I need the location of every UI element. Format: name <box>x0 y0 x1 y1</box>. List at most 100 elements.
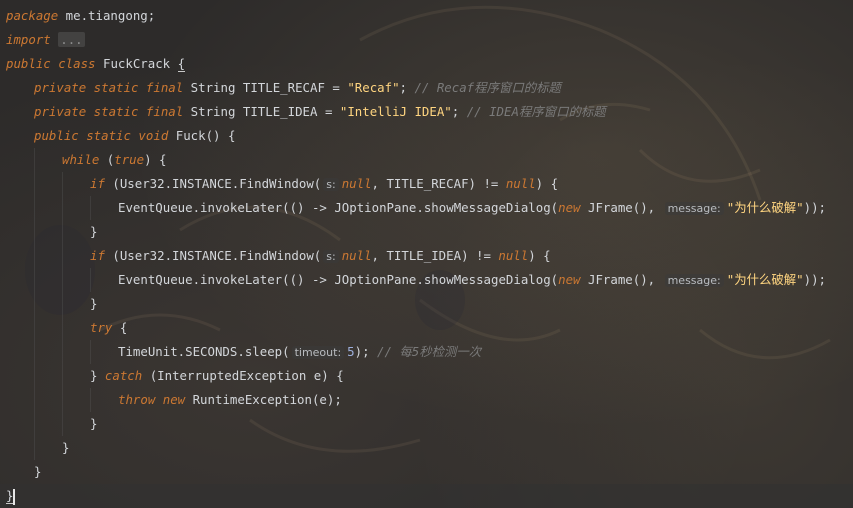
keyword-token: true <box>114 152 145 167</box>
code-line[interactable]: } catch (InterruptedException e) { <box>0 364 853 388</box>
folded-imports[interactable]: ... <box>58 32 85 47</box>
code-token: (User32.INSTANCE.FindWindow( <box>104 248 322 263</box>
code-line[interactable]: throw new RuntimeException(e); <box>0 388 853 412</box>
indent-guide <box>62 364 63 388</box>
code-line[interactable]: while (true) { <box>0 148 853 172</box>
code-token: JFrame(), <box>580 272 663 287</box>
code-line-content: public static void Fuck() { <box>34 124 235 148</box>
code-line-content: public class FuckCrack { <box>6 52 186 76</box>
code-line[interactable]: } <box>0 220 853 244</box>
code-token: TimeUnit.SECONDS.sleep( <box>118 344 290 359</box>
code-line-content: if (User32.INSTANCE.FindWindow(s: null, T… <box>90 244 551 269</box>
keyword-token: if <box>90 176 105 191</box>
code-token: ( <box>99 152 115 167</box>
keyword-token: package <box>6 8 59 23</box>
code-line-content: } catch (InterruptedException e) { <box>90 364 344 388</box>
code-line-content: package me.tiangong; <box>6 4 155 28</box>
keyword-token: null <box>341 176 372 191</box>
code-token: ) { <box>535 176 559 191</box>
keyword-token: public static void <box>34 128 169 143</box>
matched-brace: } <box>6 488 14 504</box>
code-line-content: throw new RuntimeException(e); <box>118 388 342 412</box>
code-token: JFrame(), <box>580 200 663 215</box>
code-line[interactable]: public class FuckCrack { <box>0 52 853 76</box>
code-token: } <box>90 368 105 383</box>
keyword-token: import <box>6 32 51 47</box>
code-token: RuntimeException(e); <box>185 392 342 407</box>
code-line[interactable]: } <box>0 412 853 436</box>
code-line[interactable]: } <box>0 292 853 316</box>
code-token: me.tiangong; <box>58 8 156 23</box>
code-token: , TITLE_IDEA) != <box>371 248 499 263</box>
indent-guide <box>90 196 91 220</box>
code-token: )); <box>803 200 827 215</box>
code-token: ) { <box>144 152 167 167</box>
indent-guide <box>34 412 35 436</box>
indent-guide <box>34 220 35 244</box>
code-line-content: try { <box>90 316 127 340</box>
keyword-token: throw new <box>118 392 186 407</box>
code-token: } <box>62 440 70 455</box>
indent-guide <box>34 340 35 364</box>
code-token: } <box>90 296 98 311</box>
text-caret <box>13 488 16 505</box>
code-line[interactable]: } <box>0 436 853 460</box>
indent-guide <box>90 268 91 292</box>
code-line[interactable]: } <box>0 460 853 484</box>
code-area[interactable]: package me.tiangong; import ... public cla… <box>0 4 853 508</box>
code-line[interactable]: private static final String TITLE_IDEA =… <box>0 100 853 124</box>
code-token: (User32.INSTANCE.FindWindow( <box>104 176 322 191</box>
keyword-token: private static final <box>34 104 184 119</box>
code-line-content: } <box>90 292 97 316</box>
indent-guide <box>62 316 63 340</box>
code-comment: // IDEA程序窗口的标题 <box>466 104 606 119</box>
code-line[interactable]: import ... <box>0 28 853 52</box>
string-literal: "为什么破解" <box>726 200 804 215</box>
code-line-content: EventQueue.invokeLater(() -> JOptionPane… <box>118 196 826 221</box>
code-token: } <box>34 464 42 479</box>
indent-guide <box>62 412 63 436</box>
code-line[interactable]: if (User32.INSTANCE.FindWindow(s: null, T… <box>0 244 853 268</box>
code-token: (InterruptedException e) { <box>142 368 344 383</box>
keyword-token: try <box>90 320 113 335</box>
code-token: FuckCrack <box>95 56 178 71</box>
code-token: EventQueue.invokeLater(() -> JOptionPane… <box>118 200 559 215</box>
indent-guide <box>34 148 35 172</box>
indent-guide <box>90 340 91 364</box>
indent-guide <box>62 244 63 268</box>
code-editor[interactable]: package me.tiangong; import ... public cla… <box>0 0 853 508</box>
code-token: } <box>90 224 98 239</box>
code-comment: // 每5秒检测一次 <box>377 344 482 359</box>
number-literal: 5 <box>347 344 355 359</box>
keyword-token: catch <box>104 368 143 383</box>
indent-guide <box>62 268 63 292</box>
code-line-content: TimeUnit.SECONDS.sleep(timeout: 5); // 每5… <box>118 340 481 365</box>
string-literal: "为什么破解" <box>726 272 804 287</box>
code-line[interactable]: try { <box>0 316 853 340</box>
code-line[interactable]: private static final String TITLE_RECAF … <box>0 76 853 100</box>
code-token: String TITLE_RECAF = <box>183 80 348 95</box>
string-literal: "IntelliJ IDEA" <box>339 104 452 119</box>
code-line[interactable]: package me.tiangong; <box>0 4 853 28</box>
code-line-content: EventQueue.invokeLater(() -> JOptionPane… <box>118 268 826 293</box>
code-token: ) { <box>528 248 551 263</box>
keyword-token: new <box>558 200 581 215</box>
code-token: Fuck() { <box>168 128 236 143</box>
code-line[interactable]: if (User32.INSTANCE.FindWindow(s: null, T… <box>0 172 853 196</box>
indent-guide <box>62 196 63 220</box>
string-literal: "Recaf" <box>347 80 400 95</box>
code-line-content: } <box>90 412 97 436</box>
indent-guide <box>34 364 35 388</box>
parameter-hint: timeout: <box>291 346 345 359</box>
indent-guide <box>34 244 35 268</box>
code-line[interactable]: public static void Fuck() { <box>0 124 853 148</box>
indent-guide <box>34 172 35 196</box>
code-line-content: if (User32.INSTANCE.FindWindow(s: null, T… <box>90 172 558 197</box>
code-line[interactable]: } <box>0 484 853 508</box>
code-line[interactable]: EventQueue.invokeLater(() -> JOptionPane… <box>0 268 853 292</box>
indent-guide <box>62 340 63 364</box>
indent-guide <box>34 268 35 292</box>
code-token: EventQueue.invokeLater(() -> JOptionPane… <box>118 272 559 287</box>
code-line[interactable]: TimeUnit.SECONDS.sleep(timeout: 5); // 每5… <box>0 340 853 364</box>
code-line[interactable]: EventQueue.invokeLater(() -> JOptionPane… <box>0 196 853 220</box>
